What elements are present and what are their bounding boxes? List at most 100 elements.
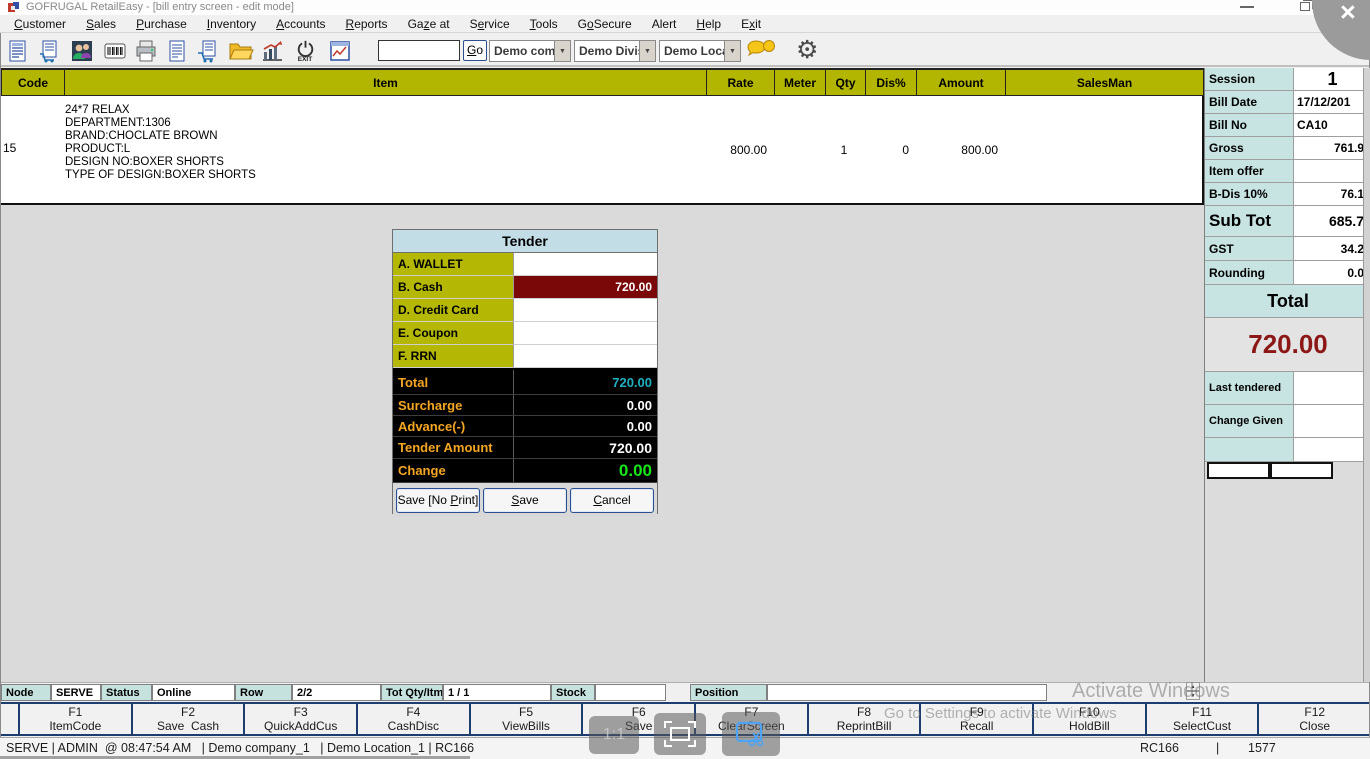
menu-accounts[interactable]: Accounts — [266, 17, 335, 31]
entry-box[interactable] — [1207, 462, 1270, 479]
summary-empty-row — [1205, 438, 1370, 462]
wallet-input[interactable] — [513, 253, 657, 276]
table-row[interactable]: 15 24*7 RELAX DEPARTMENT:1306 BRAND:CHOC… — [0, 96, 1204, 205]
go-button[interactable]: Go — [463, 40, 487, 61]
company-dropdown[interactable]: Demo company_ ▼ — [489, 40, 571, 62]
fkey-f1-itemcode[interactable]: F1 ItemCode — [20, 704, 133, 734]
exit-icon-label: EXIT — [297, 55, 313, 63]
column-header-code: Code — [2, 70, 65, 95]
wallet-label: A. WALLET — [393, 253, 513, 276]
item-line: 24*7 RELAX — [65, 104, 130, 116]
summary-item-offer-row: Item offer — [1205, 160, 1370, 183]
cash-input[interactable]: 720.00 — [513, 276, 657, 299]
menu-customer[interactable]: Customer — [4, 17, 76, 31]
entry-box[interactable] — [1270, 462, 1333, 479]
column-header-item: Item — [65, 70, 707, 95]
rrn-input[interactable] — [513, 345, 657, 368]
menu-help[interactable]: Help — [686, 17, 731, 31]
panel-scrollbar[interactable] — [1363, 68, 1370, 682]
capture-ratio-button[interactable]: 1:1 — [589, 716, 639, 754]
menu-alert[interactable]: Alert — [642, 17, 687, 31]
menu-exit[interactable]: Exit — [731, 17, 771, 31]
division-dropdown[interactable]: Demo Division ▼ — [574, 40, 656, 62]
fkey-code: F3 — [293, 705, 308, 719]
fkey-code: F1 — [68, 705, 83, 719]
reports-icon[interactable] — [326, 37, 354, 65]
chevron-down-icon[interactable]: ▼ — [724, 41, 740, 61]
capture-frame-button[interactable] — [654, 713, 706, 755]
gst-value: 34.2 — [1294, 237, 1370, 260]
row-label: Row — [235, 684, 292, 701]
terminal-code: RC166 — [1140, 741, 1179, 755]
tender-rrn-row: F. RRN — [393, 345, 657, 368]
fkey-f11-selectcust[interactable]: F11 SelectCust — [1147, 704, 1260, 734]
fkey-f3-quickaddcus[interactable]: F3 QuickAddCus — [245, 704, 359, 734]
item-line: BRAND:CHOCLATE BROWN — [65, 130, 218, 142]
credit-card-input[interactable] — [513, 299, 657, 322]
coupon-label: E. Coupon — [393, 322, 513, 345]
menu-sales[interactable]: Sales — [76, 17, 126, 31]
item-line: DESIGN NO:BOXER SHORTS — [65, 156, 224, 168]
sales-analysis-icon[interactable] — [258, 37, 286, 65]
purchase-bill-icon[interactable] — [194, 37, 222, 65]
item-line: DEPARTMENT:1306 — [65, 117, 171, 129]
location-dropdown[interactable]: Demo Location ▼ — [659, 40, 741, 62]
open-bills-icon[interactable] — [227, 37, 255, 65]
tender-totals-section: Total 720.00 Surcharge 0.00 Advance(-) 0… — [393, 368, 657, 483]
summary-bill-date-row: Bill Date 17/12/201 — [1205, 91, 1370, 114]
sales-bill-icon[interactable] — [35, 37, 63, 65]
new-bill-icon[interactable] — [4, 37, 32, 65]
fkey-code: F8 — [857, 705, 872, 719]
company-dropdown-value: Demo company_ — [494, 44, 554, 58]
cancel-button[interactable]: Cancel — [570, 487, 654, 513]
minimize-button[interactable] — [1240, 6, 1254, 8]
coupon-input[interactable] — [513, 322, 657, 345]
last-tendered-value — [1294, 372, 1370, 404]
menu-service[interactable]: Service — [460, 17, 520, 31]
fkey-f5-viewbills[interactable]: F5 ViewBills — [471, 704, 584, 734]
settings-gear-icon[interactable]: ⚙ — [796, 35, 818, 65]
position-value — [767, 684, 1047, 701]
fkey-label: CashDisc — [387, 719, 440, 733]
chat-icon[interactable] — [747, 38, 777, 69]
customers-icon[interactable] — [68, 37, 96, 65]
menu-purchase[interactable]: Purchase — [126, 17, 197, 31]
fkey-f12-close[interactable]: F12 Close — [1259, 704, 1370, 734]
save-button[interactable]: Save — [483, 487, 567, 513]
ratio-label: 1:1 — [602, 726, 626, 743]
menu-gaze-at[interactable]: Gaze at — [398, 17, 460, 31]
menu-gosecure[interactable]: GoSecure — [568, 17, 642, 31]
summary-bill-no-row: Bill No CA10 — [1205, 114, 1370, 137]
bill-list-icon[interactable] — [163, 37, 191, 65]
credit-card-label: D. Credit Card — [393, 299, 513, 322]
menu-reports[interactable]: Reports — [336, 17, 398, 31]
save-no-print-button[interactable]: Save [No Print] — [396, 487, 480, 513]
total-value: 720.00 — [1205, 318, 1370, 372]
bill-date-label: Bill Date — [1205, 91, 1294, 113]
search-input[interactable] — [378, 40, 460, 61]
capture-snip-button[interactable] — [722, 712, 780, 756]
chevron-down-icon[interactable]: ▼ — [639, 41, 655, 61]
separator: | — [1216, 741, 1220, 755]
menu-tools[interactable]: Tools — [520, 17, 568, 31]
gst-label: GST — [1205, 237, 1294, 260]
close-icon[interactable]: × — [1340, 0, 1356, 28]
empty-label — [1205, 438, 1294, 461]
tender-total-label: Total — [398, 374, 429, 390]
window-title: GOFRUGAL RetailEasy - [bill entry screen… — [26, 1, 294, 13]
advance-row: Advance(-) 0.00 — [393, 416, 657, 437]
print-icon[interactable] — [132, 37, 160, 65]
item-offer-value — [1294, 160, 1370, 182]
fkey-f2-save-cash[interactable]: F2 Save Cash — [133, 704, 246, 734]
exit-icon[interactable]: EXIT — [291, 37, 319, 65]
chevron-down-icon[interactable]: ▼ — [554, 41, 570, 61]
menu-inventory[interactable]: Inventory — [197, 17, 266, 31]
bill-summary-panel: Session 1 Bill Date 17/12/201 Bill No CA… — [1204, 68, 1370, 682]
barcode-print-icon[interactable] — [101, 37, 129, 65]
tender-cash-row: B. Cash 720.00 — [393, 276, 657, 299]
fkey-f4-cashdisc[interactable]: F4 CashDisc — [358, 704, 471, 734]
restore-button[interactable] — [1300, 0, 1313, 11]
fkey-label: QuickAddCus — [263, 719, 338, 733]
summary-rounding-row: Rounding 0.0 — [1205, 261, 1370, 285]
status-value: Online — [152, 684, 235, 701]
